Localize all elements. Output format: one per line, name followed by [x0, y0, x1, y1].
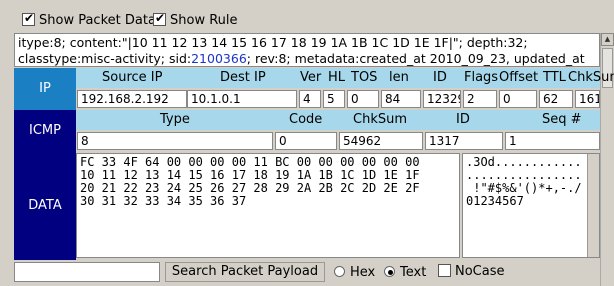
ip-header-tos: TOS: [351, 70, 378, 85]
checkbox-unchecked-icon: [438, 264, 451, 277]
ascii-scrollbar[interactable]: [587, 154, 599, 257]
ip-header-source-ip: Source IP: [102, 70, 163, 85]
ip-header-offset: Offset: [499, 70, 539, 85]
ip-header-row: Source IP Dest IP Ver HL TOS len ID Flag…: [76, 68, 614, 88]
radio-selected-icon: [384, 266, 395, 277]
icmp-header-row: Type Code ChkSum ID Seq #: [76, 110, 600, 130]
ip-header-ttl: TTL: [543, 70, 566, 85]
nocase-checkbox[interactable]: NoCase: [438, 264, 505, 279]
radio-unselected-icon: [334, 266, 345, 277]
ip-ttl-field[interactable]: 62: [539, 90, 573, 108]
nocase-label: NoCase: [455, 264, 505, 279]
show-packet-data-checkbox[interactable]: Show Packet Data: [22, 11, 156, 28]
ip-flags-field[interactable]: 2: [463, 90, 497, 108]
ip-header-dest-ip: Dest IP: [220, 70, 266, 85]
ip-hl-field[interactable]: 5: [323, 90, 345, 108]
hex-dump-area[interactable]: FC 33 4F 64 00 00 00 00 11 BC 00 00 00 0…: [76, 153, 460, 258]
hex-radio[interactable]: Hex: [334, 265, 375, 280]
ip-section-label: IP: [14, 68, 76, 110]
show-packet-data-label: Show Packet Data: [39, 13, 156, 28]
ip-header-len: len: [389, 70, 409, 85]
checkbox-checked-icon: [153, 11, 166, 26]
ip-tos-field[interactable]: 0: [347, 90, 379, 108]
ip-header-flags: Flags: [464, 70, 499, 85]
icmp-section-label: ICMP: [14, 110, 76, 152]
ip-chksum-field[interactable]: 1615: [575, 90, 600, 108]
ip-len-field[interactable]: 84: [381, 90, 421, 108]
text-radio-label: Text: [400, 265, 427, 280]
hex-line: 30 31 32 33 34 35 36 37: [80, 194, 247, 208]
search-packet-payload-button[interactable]: Search Packet Payload: [165, 262, 325, 282]
ip-id-field[interactable]: 12329: [423, 90, 461, 108]
rule-sid: 2100366: [191, 51, 247, 66]
icmp-type-field[interactable]: 8: [77, 132, 273, 150]
ip-source-field[interactable]: 192.168.2.192: [77, 90, 187, 108]
ascii-dump-area[interactable]: .3Od............................ !"#$%&'…: [462, 153, 600, 258]
search-payload-input[interactable]: [14, 262, 160, 282]
ip-dest-field[interactable]: 10.1.0.1: [187, 90, 297, 108]
icmp-header-seq: Seq #: [542, 112, 582, 127]
hex-radio-label: Hex: [350, 265, 376, 280]
checkbox-checked-icon: [22, 11, 35, 26]
icmp-seq-field[interactable]: 1: [505, 132, 600, 150]
icmp-header-chksum: ChkSum: [353, 112, 407, 127]
icmp-header-id: ID: [456, 112, 470, 127]
rule-line-2: classtype:misc-activity; sid:2100366; re…: [18, 51, 585, 66]
ascii-line: 01234567: [466, 194, 524, 208]
icmp-id-field[interactable]: 1317: [425, 132, 503, 150]
scroll-up-icon[interactable]: ▲: [601, 33, 614, 46]
rule-text-area[interactable]: itype:8; content:"|10 11 12 13 14 15 16 …: [14, 33, 600, 67]
ip-header-id: ID: [433, 70, 447, 85]
ip-header-hl: HL: [328, 70, 346, 85]
ip-header-chksum: ChkSum: [568, 70, 614, 85]
icmp-header-type: Type: [160, 112, 190, 127]
icmp-chksum-field[interactable]: 54962: [339, 132, 423, 150]
rule-line-1: itype:8; content:"|10 11 12 13 14 15 16 …: [18, 35, 528, 50]
text-radio[interactable]: Text: [384, 265, 426, 280]
ip-offset-field[interactable]: 0: [499, 90, 537, 108]
data-section-label: DATA: [14, 152, 76, 260]
show-rule-checkbox[interactable]: Show Rule: [153, 11, 238, 28]
show-rule-label: Show Rule: [170, 13, 238, 28]
icmp-header-code: Code: [289, 112, 323, 127]
ip-ver-field[interactable]: 4: [299, 90, 321, 108]
icmp-code-field[interactable]: 0: [275, 132, 337, 150]
ip-header-ver: Ver: [300, 70, 322, 85]
